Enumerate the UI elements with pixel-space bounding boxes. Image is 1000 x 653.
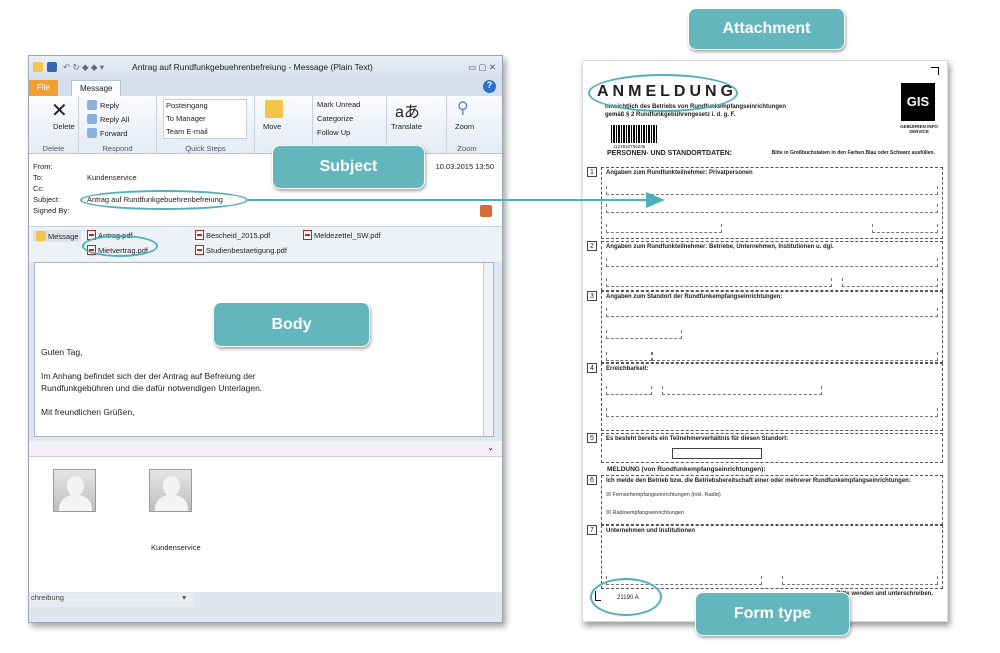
callout-subject: Subject [272, 145, 425, 189]
callout-label: Body [271, 316, 312, 333]
callout-form-type: Form type [695, 592, 850, 636]
callout-body: Body [213, 302, 370, 347]
subject-arrow [248, 192, 665, 208]
callout-label: Attachment [722, 20, 811, 37]
callout-label: Form type [733, 605, 812, 622]
callout-label: Subject [319, 158, 378, 175]
callout-attachment: Attachment [688, 8, 845, 50]
